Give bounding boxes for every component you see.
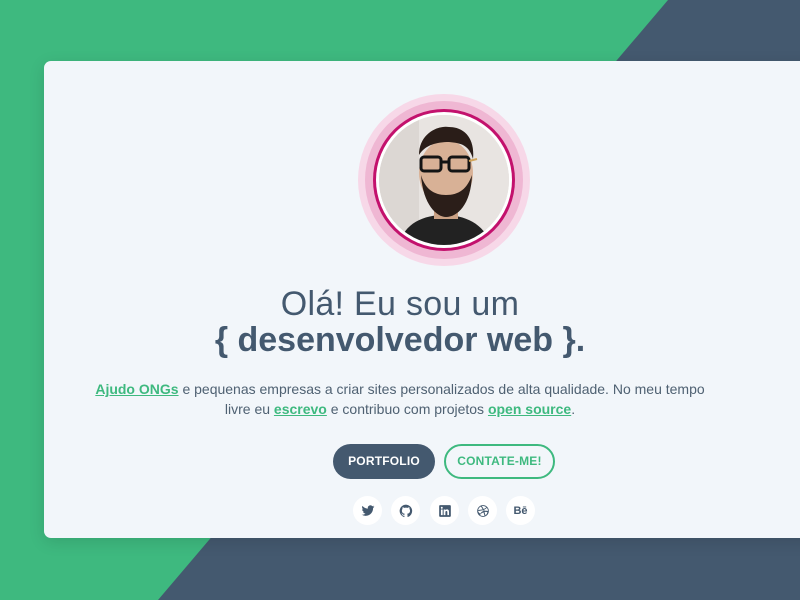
avatar: [379, 115, 509, 245]
portfolio-button[interactable]: PORTFOLIO: [333, 444, 435, 479]
hero-card: Olá! Eu sou um { desenvolvedor web }. Aj…: [44, 61, 800, 538]
link-ajudo-ongs[interactable]: Ajudo ONGs: [95, 381, 178, 397]
avatar-photo: [379, 115, 509, 245]
dribbble-icon[interactable]: [468, 496, 497, 525]
hero-description: Ajudo ONGs e pequenas empresas a criar s…: [95, 381, 705, 417]
link-open-source[interactable]: open source: [488, 401, 571, 417]
behance-icon[interactable]: Bē: [506, 496, 535, 525]
github-icon[interactable]: [391, 496, 420, 525]
linkedin-icon[interactable]: [430, 496, 459, 525]
hero-greeting: Olá! Eu sou um: [280, 285, 520, 323]
twitter-icon[interactable]: [353, 496, 382, 525]
contact-button[interactable]: CONTATE-ME!: [444, 444, 555, 479]
link-escrevo[interactable]: escrevo: [274, 401, 327, 417]
hero-role: { desenvolvedor web }.: [214, 321, 586, 359]
avatar-frame: [358, 94, 530, 266]
